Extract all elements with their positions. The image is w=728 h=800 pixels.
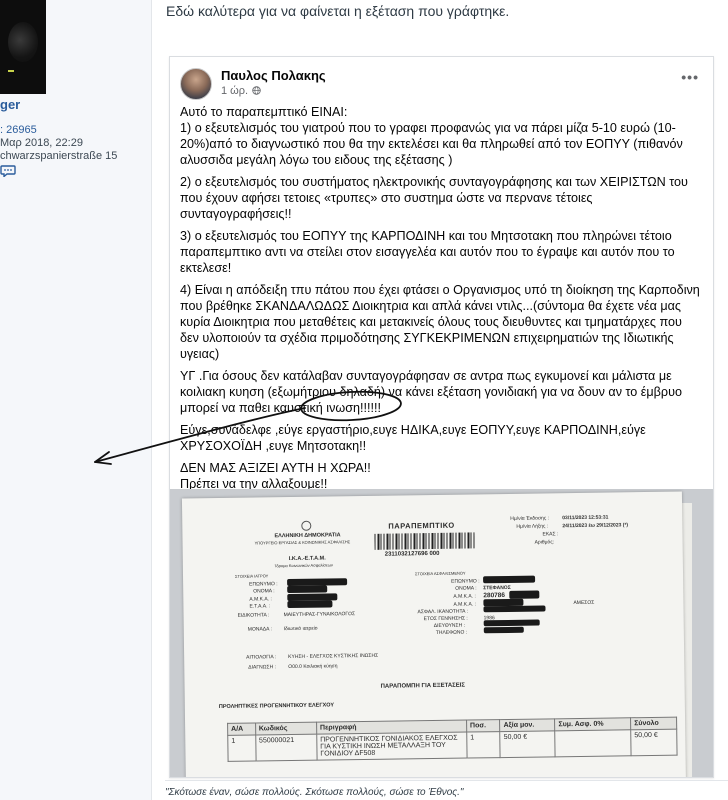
doc-birth-label: ΕΤΟΣ ΓΕΝΝΗΣΗΣ :: [423, 615, 468, 623]
doc-patient-amka2-label: Α.Μ.Κ.Α. :: [453, 601, 476, 608]
column-header: Ποσ.: [466, 719, 501, 733]
doc-doctor-section: ΣΤΟΙΧΕΙΑ ΙΑΤΡΟΥ: [234, 573, 269, 579]
doc-patient-name: ΣΤΕΦΑΝΟΣ: [483, 584, 511, 592]
table-cell: ΠΡΟΓΕΝΝΗΤΙΚΟΣ ΓΟΝΙΔΙΑΚΟΣ ΕΛΕΓΧΟΣ ΓΙΑ ΚΥΣ…: [316, 732, 467, 761]
redaction-bar: [483, 605, 546, 613]
doc-phone-label: ΤΗΛΕΦΩΝΟ :: [435, 629, 468, 636]
paragraph-cheers: Εύγε,συνάδελφε ,εύγε εργαστήριο,ευγε ΗΔΙ…: [180, 423, 646, 453]
post-content: Εδώ καλύτερα για να φαίνεται η εξέταση π…: [94, 0, 728, 800]
post-timestamp[interactable]: 1 ώρ.: [221, 85, 248, 97]
referral-document: ΕΛΛΗΝΙΚΗ ΔΗΜΟΚΡΑΤΙΑ ΥΠΟΥΡΓΕΙΟ ΕΡΓΑΣΙΑΣ &…: [181, 491, 687, 777]
doc-ministry: ΕΛΛΗΝΙΚΗ ΔΗΜΟΚΡΑΤΙΑ: [274, 532, 341, 540]
paragraph-heading: Αυτό το παραπεμπτικό ΕΙΝΑΙ:: [180, 105, 348, 119]
doc-issue-label: Ημ/νία Έκδοσης :: [510, 515, 550, 522]
doc-unit-label: ΜΟΝΑΔΑ :: [247, 626, 272, 633]
table-row: 1 550000021 ΠΡΟΓΕΝΝΗΤΙΚΟΣ ΓΟΝΙΔΙΑΚΟΣ ΕΛΕ…: [227, 729, 678, 762]
paragraph-point-2: 2) ο εξευτελισμός του συστήματος ηλεκτρο…: [180, 175, 688, 221]
doc-ekas: ΕΚΑΣ :: [542, 531, 559, 538]
post-count[interactable]: : 26965: [0, 124, 37, 136]
doc-reason-label: ΑΙΤΙΟΛΟΓΙΑ :: [246, 654, 277, 661]
column-header: Συμ. Ασφ. 0%: [554, 717, 631, 731]
table-cell: 1: [466, 731, 501, 759]
user-location: chwarzspanierstraße 15: [0, 150, 118, 162]
doc-specialty-label: ΕΙΔΙΚΟΤΗΤΑ :: [237, 612, 270, 619]
doc-expiry-value: 24/11/2023 έω 29/12/2023 (*): [562, 522, 629, 530]
paragraph-point-4: 4) Είναι η απόδειξη τπυ πάτου που έχει φ…: [180, 283, 700, 361]
user-sidebar: ger : 26965 Μαρ 2018, 22:29 chwarzspanie…: [0, 0, 152, 800]
doc-patient-surname-label: ΕΠΩΝΥΜΟ :: [451, 578, 480, 585]
post-intro-text: Εδώ καλύτερα για να φαίνεται η εξέταση π…: [166, 3, 510, 19]
doc-direct: ΑΜΕΣΟΣ: [573, 599, 595, 607]
table-cell: 50,00 €: [630, 729, 678, 756]
doc-expiry-label: Ημ/νία Λήξης :: [516, 523, 549, 530]
doc-diagnosis-label: ΔΙΑΓΝΩΣΗ :: [248, 664, 276, 671]
post-text: Αυτό το παραπεμπτικό ΕΙΝΑΙ: 1) ο εξευτελ…: [180, 104, 702, 492]
redaction-bar: [483, 575, 536, 584]
doc-issue-value: 03/11/2023 12:53:31: [562, 514, 609, 522]
table-cell: 1: [227, 735, 256, 762]
doc-arithmos: Αριθμός:: [534, 539, 555, 546]
embedded-facebook-post: Παυλος Πολακης 1 ώρ. ••• Αυτό το παραπεμ…: [169, 56, 714, 778]
doc-insurer-label: ΑΣΦΑΛ. ΙΚΑΝΟΤΗΤΑ :: [417, 608, 469, 616]
doc-patient-amka-label: Α.Μ.Κ.Α. :: [453, 593, 476, 600]
column-header: Α/Α: [227, 723, 256, 736]
column-header: Αξία μον.: [499, 718, 556, 732]
doc-patient-section: ΣΤΟΙΧΕΙΑ ΑΣΦΑΛΙΣΜΕΝΟΥ: [414, 570, 466, 577]
redaction-bar: [483, 619, 540, 627]
redaction-bar: [483, 626, 524, 634]
redaction-bar: [287, 600, 333, 609]
doc-org-sub: Ίδρυμα Κοινωνικών Ασφαλίσεων: [274, 562, 333, 569]
redaction-bar: [509, 590, 540, 599]
barcode-icon: [374, 532, 475, 550]
doc-ministry-sub: ΥΠΟΥΡΓΕΙΟ ΕΡΓΑΣΙΑΣ & ΚΟΙΝΩΝΙΚΗΣ ΑΣΦΑΛΙΣΗ…: [254, 539, 351, 546]
doc-address-label: ΔΙΕΥΘΥΝΣΗ :: [433, 622, 466, 630]
paragraph-closing-1: ΔΕΝ ΜΑΣ ΑΞΙΖΕΙ ΑΥΤΗ Η ΧΩΡΑ!!: [180, 461, 371, 475]
author-name[interactable]: Παυλος Πολακης: [221, 68, 326, 83]
doc-title: ΠΑΡΑΠΕΜΠΤΙΚΟ: [388, 520, 455, 531]
doc-name-label: ΟΝΟΜΑ :: [253, 588, 275, 595]
speech-bubble-icon[interactable]: [0, 165, 16, 177]
doc-org: Ι.Κ.Α.-Ε.Τ.Α.Μ.: [288, 555, 326, 563]
column-header: Σύνολο: [630, 717, 677, 730]
paragraph-point-3: 3) ο εξευτελισμός του ΕΟΠΥΥ της ΚΑΡΠΟΔΙΝ…: [180, 229, 675, 275]
doc-section-title: ΠΡΟΛΗΠΤΙΚΕΣ ΠΡΟΓΕΝΝΗΤΙΚΟΥ ΕΛΕΓΧΟΥ: [218, 702, 335, 711]
username-link[interactable]: ger: [0, 97, 20, 112]
doc-etaa-label: Ε.Τ.Α.Α. :: [249, 603, 271, 610]
user-avatar[interactable]: [0, 0, 46, 94]
doc-surname-label: ΕΠΩΝΥΜΟ :: [249, 581, 278, 588]
paragraph-point-1: 1) ο εξευτελισμός του γιατρού που το γρα…: [180, 121, 683, 167]
forum-signature: "Σκότωσε έναν, σώσε πολλούς. Σκότωσε πολ…: [165, 780, 728, 798]
doc-referral-title: ΠΑΡΑΠΟΜΠΗ ΓΙΑ ΕΞΕΤΑΣΕΙΣ: [380, 682, 466, 690]
join-date: Μαρ 2018, 22:29: [0, 137, 83, 149]
redaction-bar: [287, 585, 328, 594]
more-options-button[interactable]: •••: [681, 69, 699, 85]
table-cell: 550000021: [255, 734, 317, 761]
doc-diagnosis-value: O00.0 Κοιλιακή κύηση: [288, 663, 338, 671]
paragraph-postscript: ΥΓ .Για όσους δεν κατάλαβαν συνταγογράφη…: [180, 369, 682, 415]
table-cell: [555, 729, 632, 757]
globe-icon: [252, 86, 261, 95]
doc-unit-value: Ιδιωτικό ιατρείο: [283, 625, 318, 633]
author-avatar[interactable]: [180, 68, 212, 100]
exam-table: Α/Α Κωδικός Περιγραφή Ποσ. Αξία μον. Συμ…: [227, 717, 678, 762]
doc-barcode-number: 2311032127696 000: [384, 550, 440, 558]
table-cell: 50,00 €: [500, 730, 556, 758]
referral-photo[interactable]: ΕΛΛΗΝΙΚΗ ΔΗΜΟΚΡΑΤΙΑ ΥΠΟΥΡΓΕΙΟ ΕΡΓΑΣΙΑΣ &…: [170, 489, 713, 777]
doc-amka-label: Α.Μ.Κ.Α. :: [249, 596, 272, 603]
doc-reason-value: ΚΥΗΣΗ - ΕΛΕΓΧΟΣ ΚΥΣΤΙΚΗΣ ΙΝΩΣΗΣ: [288, 652, 379, 661]
greek-emblem-icon: [301, 520, 312, 531]
doc-patient-name-label: ΟΝΟΜΑ :: [455, 585, 477, 592]
column-header: Κωδικός: [255, 722, 317, 736]
doc-specialty-value: ΜΑΙΕΥΤΗΡΑΣ-ΓΥΝΑΙΚΟΛΟΓΟΣ: [283, 611, 356, 619]
